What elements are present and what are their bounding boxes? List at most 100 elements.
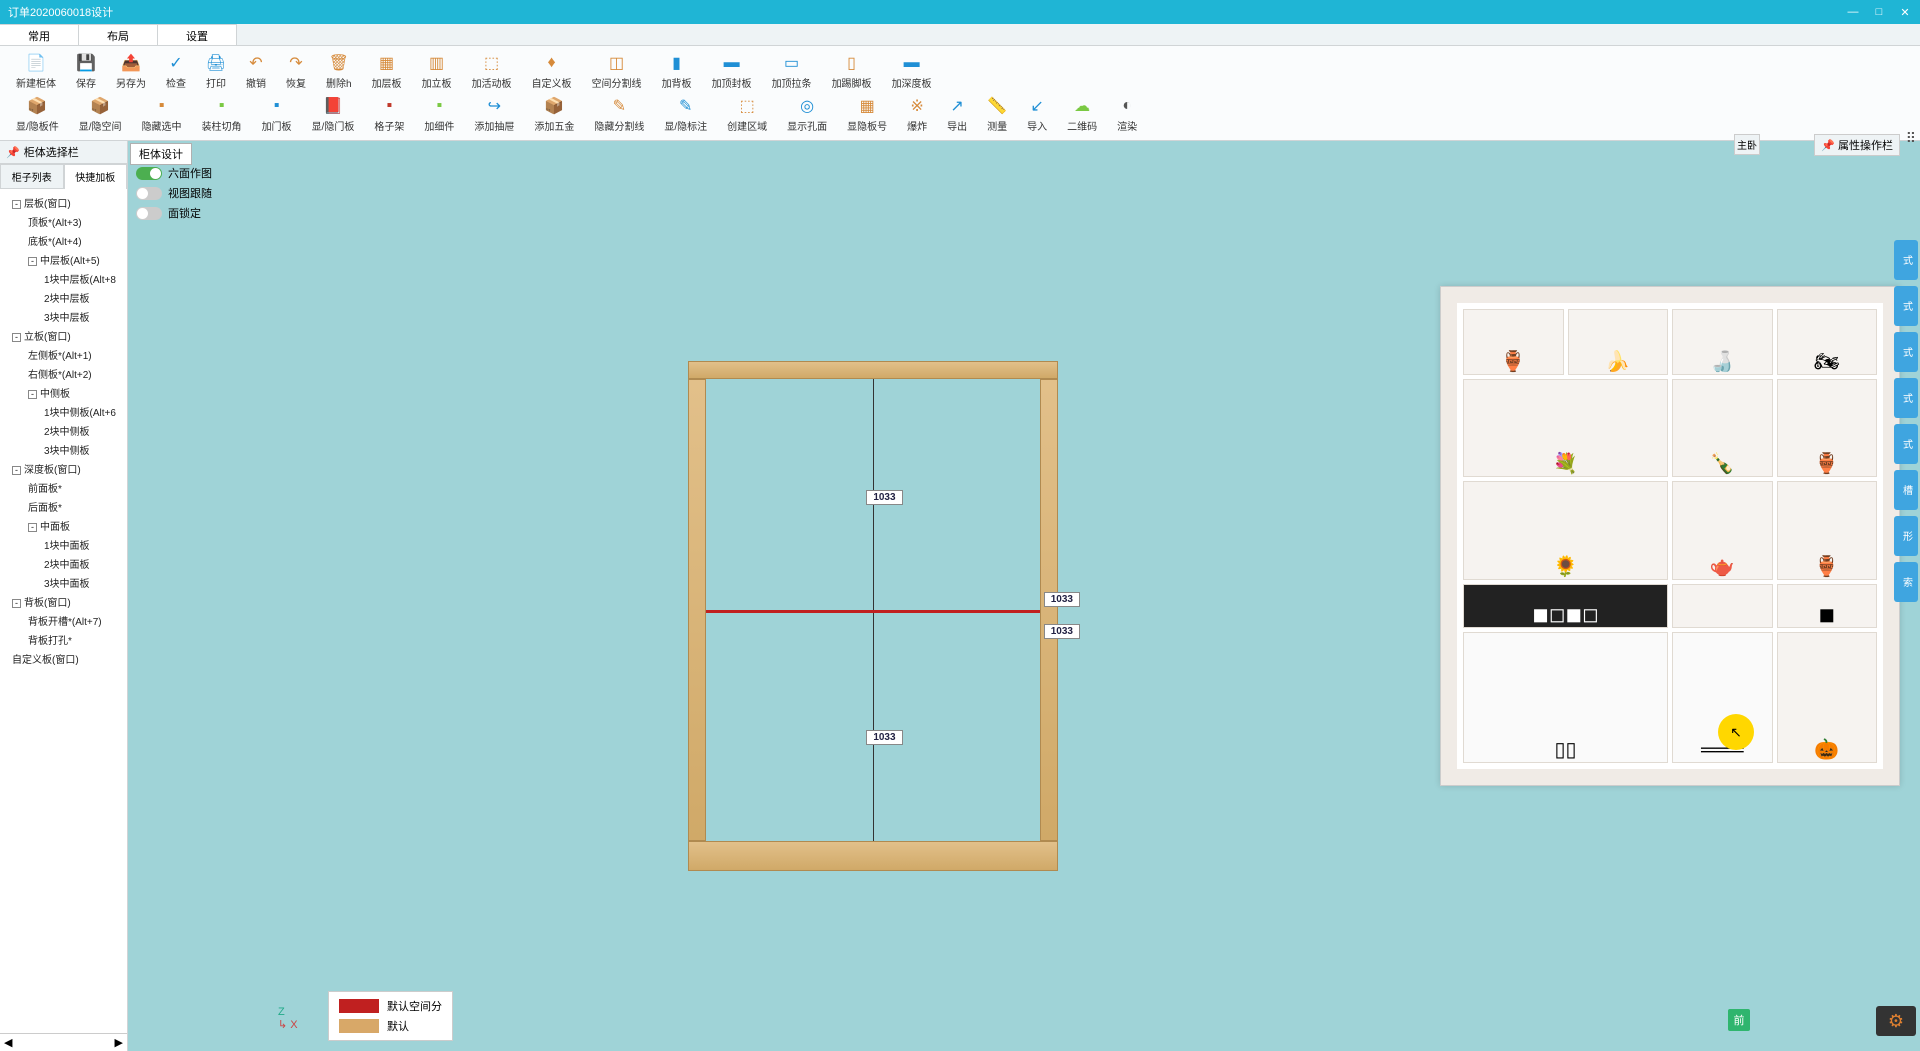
ribbon-添加抽屉[interactable]: ↪添加抽屉 [464,93,524,136]
right-btn-式[interactable]: 式 [1894,378,1918,418]
ribbon-加顶拉条[interactable]: ▭加顶拉条 [762,50,822,93]
tree-node[interactable]: -层板(窗口) [2,193,125,212]
tree-node[interactable]: 背板开槽*(Alt+7) [2,611,125,630]
ribbon-打印[interactable]: 🖨打印 [196,50,236,93]
tree-node[interactable]: -中面板 [2,516,125,535]
settings-gear[interactable]: ⚙ [1876,1006,1916,1036]
ribbon-加门板[interactable]: ▪加门板 [252,93,302,136]
maximize-button[interactable]: □ [1872,6,1886,19]
ribbon-导出[interactable]: ↗导出 [937,93,977,136]
scroll-right[interactable]: ▶ [115,1036,123,1049]
left-tab-quick[interactable]: 快捷加板 [64,164,128,189]
dim-mid2[interactable]: 1033 [1044,624,1080,639]
tree-node[interactable]: -中层板(Alt+5) [2,250,125,269]
toggle-视图跟随[interactable] [136,187,162,200]
ribbon-显隐板号[interactable]: ▦显隐板号 [837,93,897,136]
tab-settings[interactable]: 设置 [158,24,237,45]
right-btn-式[interactable]: 式 [1894,424,1918,464]
ribbon-显/隐空间[interactable]: 📦显/隐空间 [69,93,132,136]
tree-node[interactable]: 2块中面板 [2,554,125,573]
ribbon-删除h[interactable]: 🗑删除h [316,50,362,93]
ribbon-二维码[interactable]: ☁二维码 [1057,93,1107,136]
ribbon-加踢脚板[interactable]: ▯加踢脚板 [822,50,882,93]
ribbon-显/隐板件[interactable]: 📦显/隐板件 [6,93,69,136]
ribbon-隐藏分割线[interactable]: ✎隐藏分割线 [584,93,654,136]
tree-node[interactable]: -立板(窗口) [2,326,125,345]
pin-icon: 📌 [1821,139,1835,152]
ribbon-加层板[interactable]: ▦加层板 [362,50,412,93]
tree-node[interactable]: 1块中层板(Alt+8 [2,269,125,288]
left-tab-list[interactable]: 柜子列表 [0,164,64,189]
ribbon-显/隐标注[interactable]: ✎显/隐标注 [654,93,717,136]
tree-node[interactable]: 3块中侧板 [2,440,125,459]
right-btn-槽[interactable]: 槽 [1894,470,1918,510]
ribbon-显/隐门板[interactable]: 📕显/隐门板 [302,93,365,136]
design-tab[interactable]: 柜体设计 [130,143,192,165]
scroll-left[interactable]: ◀ [4,1036,12,1049]
ribbon-空间分割线[interactable]: ◫空间分割线 [582,50,652,93]
ribbon-撤销[interactable]: ↶撤销 [236,50,276,93]
tree-node[interactable]: 前面板* [2,478,125,497]
ribbon-保存[interactable]: 💾保存 [66,50,106,93]
tree-node[interactable]: -深度板(窗口) [2,459,125,478]
cabinet-frame[interactable]: 1033 1033 1033 1033 [688,361,1058,871]
tree-node[interactable]: 1块中侧板(Alt+6 [2,402,125,421]
ribbon-爆炸[interactable]: ※爆炸 [897,93,937,136]
ribbon-测量[interactable]: 📏测量 [977,93,1017,136]
ribbon-检查[interactable]: ✓检查 [156,50,196,93]
ribbon-创建区域[interactable]: ⬚创建区域 [717,93,777,136]
tree-node[interactable]: 3块中面板 [2,573,125,592]
tree-node[interactable]: 3块中层板 [2,307,125,326]
tab-common[interactable]: 常用 [0,24,79,45]
ribbon-加立板[interactable]: ▥加立板 [412,50,462,93]
right-btn-式[interactable]: 式 [1894,240,1918,280]
canvas[interactable]: 柜体设计 六面作图视图跟随面锁定 1033 1033 1033 1033 🏺🍌🍶… [128,141,1920,1051]
toggle-六面作图[interactable] [136,167,162,180]
ribbon-隐藏选中[interactable]: ▪隐藏选中 [132,93,192,136]
ribbon: 📄新建柜体💾保存📤另存为✓检查🖨打印↶撤销↷恢复🗑删除h▦加层板▥加立板⬚加活动… [0,46,1920,141]
ribbon-自定义板[interactable]: ♦自定义板 [522,50,582,93]
minimize-button[interactable]: — [1846,6,1860,19]
ribbon-恢复[interactable]: ↷恢复 [276,50,316,93]
tree-node[interactable]: 左侧板*(Alt+1) [2,345,125,364]
tree[interactable]: -层板(窗口)顶板*(Alt+3)底板*(Alt+4)-中层板(Alt+5)1块… [0,189,127,1033]
tree-node[interactable]: 右侧板*(Alt+2) [2,364,125,383]
ribbon-格子架[interactable]: ▪格子架 [364,93,414,136]
grid-icon[interactable]: ⠿ [1906,130,1916,147]
close-button[interactable]: ✕ [1898,6,1912,19]
tree-node[interactable]: 背板打孔* [2,630,125,649]
tree-node[interactable]: 2块中侧板 [2,421,125,440]
tree-node[interactable]: -背板(窗口) [2,592,125,611]
right-btn-式[interactable]: 式 [1894,332,1918,372]
right-btn-式[interactable]: 式 [1894,286,1918,326]
tree-node[interactable]: 顶板*(Alt+3) [2,212,125,231]
tree-node[interactable]: 后面板* [2,497,125,516]
ribbon-加活动板[interactable]: ⬚加活动板 [462,50,522,93]
property-panel-label[interactable]: 📌 属性操作栏 [1814,134,1900,156]
ribbon-加细件[interactable]: ▪加细件 [414,93,464,136]
ribbon-导入[interactable]: ↙导入 [1017,93,1057,136]
right-btn-形[interactable]: 形 [1894,516,1918,556]
ribbon-渲染[interactable]: ◐渲染 [1107,93,1147,136]
toggle-面锁定[interactable] [136,207,162,220]
dim-mid1[interactable]: 1033 [1044,592,1080,607]
right-btn-索[interactable]: 索 [1894,562,1918,602]
tree-node[interactable]: -中侧板 [2,383,125,402]
front-badge[interactable]: 前 [1728,1009,1750,1031]
ribbon-新建柜体[interactable]: 📄新建柜体 [6,50,66,93]
ribbon-加顶封板[interactable]: ▬加顶封板 [702,50,762,93]
ribbon-显示孔面[interactable]: ◎显示孔面 [777,93,837,136]
ribbon-装柱切角[interactable]: ▪装柱切角 [192,93,252,136]
pin-icon[interactable]: 📌 [6,146,20,159]
tree-node[interactable]: 底板*(Alt+4) [2,231,125,250]
tab-layout[interactable]: 布局 [79,24,158,45]
main-room-label[interactable]: 主卧 [1734,134,1760,155]
ribbon-添加五金[interactable]: 📦添加五金 [524,93,584,136]
tree-node[interactable]: 2块中层板 [2,288,125,307]
horizontal-divider-selected[interactable] [706,610,1040,613]
ribbon-另存为[interactable]: 📤另存为 [106,50,156,93]
ribbon-加背板[interactable]: ▮加背板 [652,50,702,93]
tree-node[interactable]: 自定义板(窗口) [2,649,125,668]
tree-node[interactable]: 1块中面板 [2,535,125,554]
ribbon-加深度板[interactable]: ▬加深度板 [882,50,942,93]
